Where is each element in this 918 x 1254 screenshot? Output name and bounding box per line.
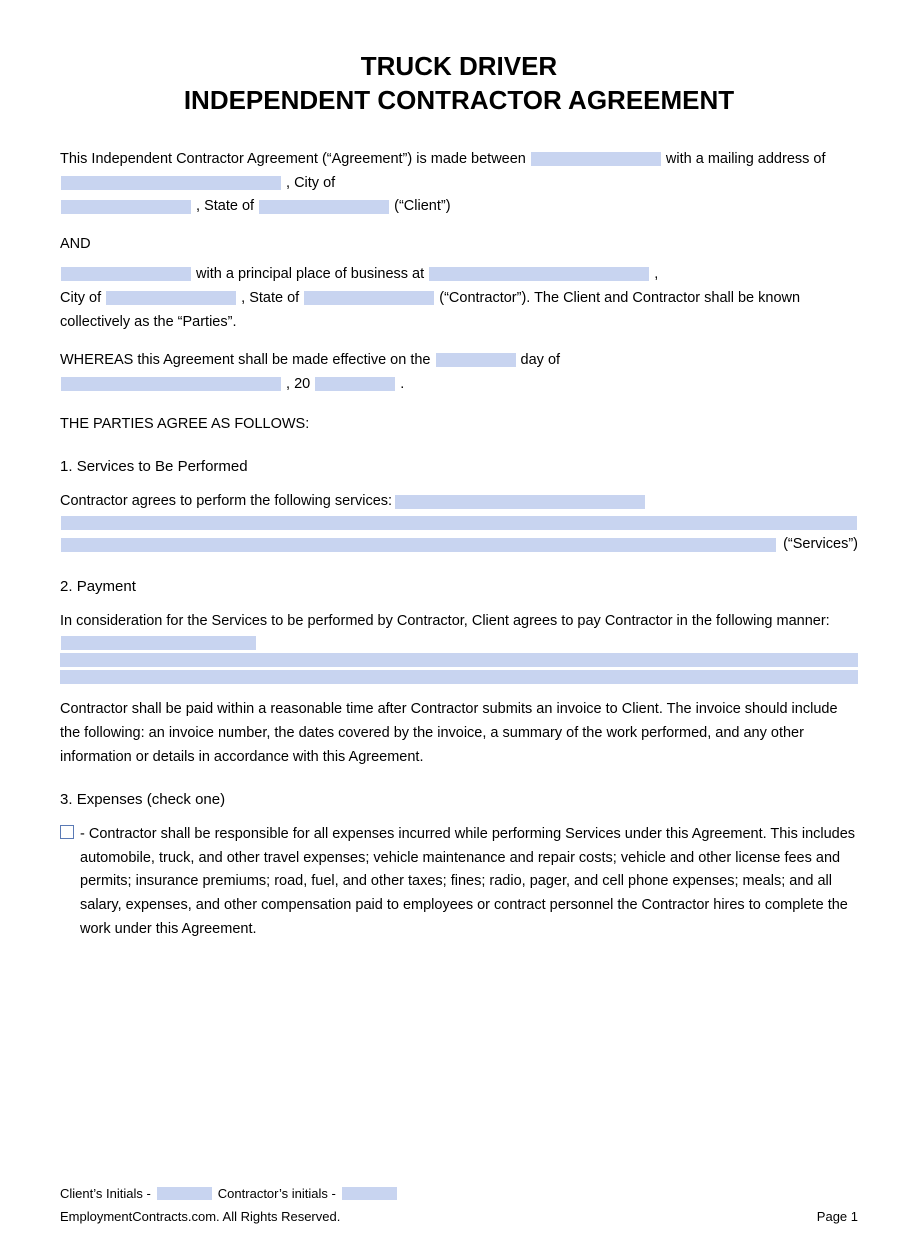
intro-p2-state: , State of (241, 290, 299, 306)
section-1-body: Contractor agrees to perform the followi… (60, 490, 858, 558)
s1-services-end: (“Services”) (783, 533, 858, 557)
blank-month[interactable] (61, 377, 281, 391)
document-header: TRUCK DRIVER INDEPENDENT CONTRACTOR AGRE… (60, 50, 858, 118)
s2-number: 2. (60, 578, 73, 595)
services-line: Contractor agrees to perform the followi… (60, 490, 858, 514)
initials-row: Client’s Initials - Contractor’s initial… (60, 1186, 858, 1201)
s3-number: 3. (60, 791, 73, 808)
blank-services-1[interactable] (395, 495, 645, 509)
checkbox-item-1: - Contractor shall be responsible for al… (60, 823, 858, 943)
s1-number: 1. (60, 458, 73, 475)
section-1-heading: 1. Services to Be Performed (60, 455, 858, 480)
intro-p1-mid1: with a mailing address of (666, 151, 826, 167)
footer-bottom: EmploymentContracts.com. All Rights Rese… (60, 1209, 858, 1224)
header-title: TRUCK DRIVER (60, 50, 858, 84)
intro-p1-start: This Independent Contractor Agreement (“… (60, 151, 526, 167)
parties-agree: THE PARTIES AGREE AS FOLLOWS: (60, 413, 858, 437)
s3-title-note: (check one) (147, 791, 225, 808)
payment-line-1: In consideration for the Services to be … (60, 610, 858, 650)
intro-paragraph-2: with a principal place of business at , … (60, 263, 858, 335)
checkbox-1[interactable] (60, 825, 74, 839)
blank-contractors-initials[interactable] (342, 1187, 397, 1200)
intro-p2-comma: , (654, 266, 658, 282)
s2-body-p2: Contractor shall be paid within a reason… (60, 701, 838, 765)
and-block: AND (60, 233, 858, 257)
section-2-heading: 2. Payment (60, 575, 858, 600)
document-content: This Independent Contractor Agreement (“… (60, 148, 858, 943)
and-label: AND (60, 236, 91, 252)
s1-title: Services to Be Performed (77, 458, 248, 475)
whereas-paragraph: WHEREAS this Agreement shall be made eff… (60, 349, 858, 397)
whereas-day: day of (521, 352, 561, 368)
blank-payment-3[interactable] (60, 670, 858, 684)
blank-contractor-city[interactable] (106, 291, 236, 305)
blank-client-state[interactable] (259, 200, 389, 214)
intro-p1-mid2: , City of (286, 175, 335, 191)
services-line-3: (“Services”) (60, 533, 858, 557)
s2-title: Payment (77, 578, 136, 595)
intro-p1-mid3: , State of (196, 198, 254, 214)
parties-agree-text: THE PARTIES AGREE AS FOLLOWS: (60, 416, 309, 432)
blank-client-city[interactable] (61, 200, 191, 214)
contractors-initials-label: Contractor’s initials - (218, 1186, 336, 1201)
blank-services-3[interactable] (61, 538, 776, 552)
intro-p2-city: City of (60, 290, 101, 306)
intro-p2-start: with a principal place of business at (196, 266, 424, 282)
intro-p1-end: (“Client”) (394, 198, 450, 214)
blank-contractor-state[interactable] (304, 291, 434, 305)
page-number: Page 1 (817, 1209, 858, 1224)
document-page: TRUCK DRIVER INDEPENDENT CONTRACTOR AGRE… (0, 0, 918, 1254)
checkbox-1-text: - Contractor shall be responsible for al… (80, 823, 858, 943)
section-2-body-2: Contractor shall be paid within a reason… (60, 698, 858, 770)
document-footer: Client’s Initials - Contractor’s initial… (60, 1186, 858, 1224)
blank-clients-initials[interactable] (157, 1187, 212, 1200)
s2-body-start: In consideration for the Services to be … (60, 610, 830, 634)
blank-mailing-address[interactable] (61, 176, 281, 190)
blank-payment-2[interactable] (60, 653, 858, 667)
blank-contractor-name[interactable] (61, 267, 191, 281)
section-3-heading: 3. Expenses (check one) (60, 788, 858, 813)
blank-client-name[interactable] (531, 152, 661, 166)
section-2-body-1: In consideration for the Services to be … (60, 610, 858, 684)
header-subtitle: INDEPENDENT CONTRACTOR AGREEMENT (60, 84, 858, 118)
blank-services-2[interactable] (61, 516, 857, 530)
whereas-period: . (400, 376, 404, 392)
services-line-2 (60, 516, 858, 530)
blank-year[interactable] (315, 377, 395, 391)
section-3-body: - Contractor shall be responsible for al… (60, 823, 858, 943)
blank-day[interactable] (436, 353, 516, 367)
copyright-text: EmploymentContracts.com. All Rights Rese… (60, 1209, 340, 1224)
intro-paragraph-1: This Independent Contractor Agreement (“… (60, 148, 858, 220)
s3-title: Expenses (77, 791, 143, 808)
blank-payment-1[interactable] (61, 636, 256, 650)
s1-body-start: Contractor agrees to perform the followi… (60, 490, 392, 514)
clients-initials-label: Client’s Initials - (60, 1186, 151, 1201)
blank-principal-address[interactable] (429, 267, 649, 281)
whereas-year: , 20 (286, 376, 310, 392)
whereas-start: WHEREAS this Agreement shall be made eff… (60, 352, 430, 368)
